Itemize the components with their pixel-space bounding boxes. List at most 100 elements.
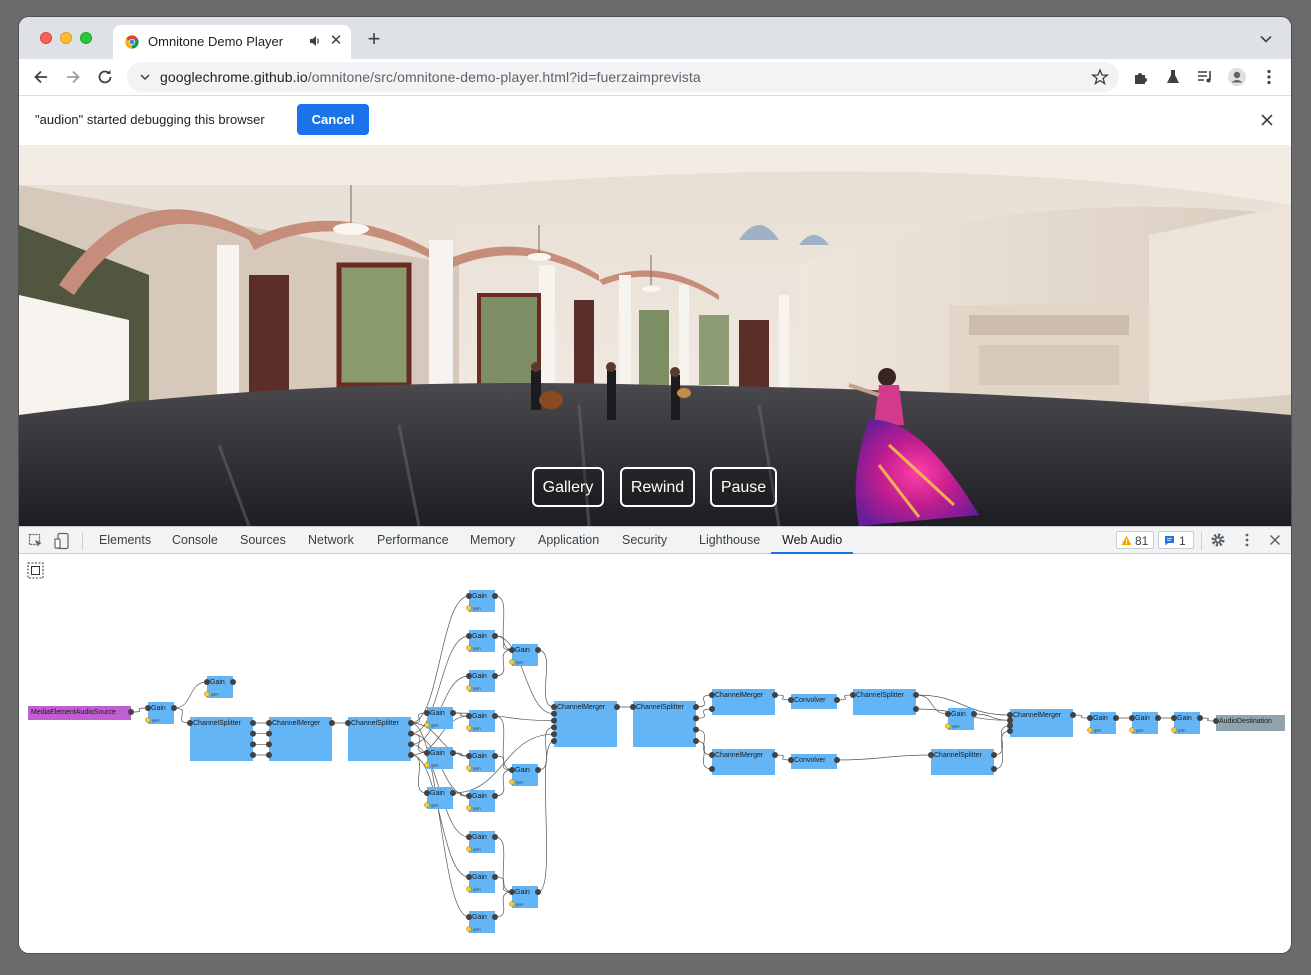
close-window-button[interactable] (40, 32, 52, 44)
input-port[interactable] (551, 704, 557, 710)
settings-gear-icon[interactable] (1210, 532, 1226, 548)
input-port[interactable] (466, 793, 472, 799)
audio-node-gh3[interactable]: Gain gain (466, 710, 498, 732)
input-port[interactable] (466, 834, 472, 840)
output-port[interactable] (772, 752, 778, 758)
param-port[interactable] (466, 685, 472, 691)
output-port[interactable] (408, 720, 414, 726)
output-port[interactable] (492, 834, 498, 840)
tab-memory[interactable]: Memory (470, 533, 515, 547)
audio-node-gm3[interactable]: Gain gain (509, 886, 541, 908)
input-port[interactable] (266, 730, 272, 737)
audio-node-g1[interactable]: Gain gain (204, 676, 236, 698)
input-port[interactable] (466, 593, 472, 599)
fit-graph-icon[interactable] (27, 562, 44, 579)
audio-node-spB[interactable]: ChannelSplitter (928, 749, 997, 775)
output-port[interactable] (250, 730, 256, 737)
input-port[interactable] (509, 767, 515, 773)
param-port[interactable] (424, 802, 430, 808)
infobar-close-icon[interactable] (1259, 112, 1275, 128)
audio-playing-icon[interactable] (308, 34, 322, 48)
output-port[interactable] (693, 704, 699, 710)
output-port[interactable] (913, 706, 919, 712)
output-port[interactable] (1197, 715, 1203, 721)
output-port[interactable] (772, 692, 778, 698)
audio-node-mg3[interactable]: ChannelMerger (1007, 709, 1076, 737)
audio-node-gR[interactable]: Gain gain (945, 708, 977, 730)
cancel-debugging-button[interactable]: Cancel (297, 104, 369, 135)
input-port[interactable] (709, 706, 715, 712)
output-port[interactable] (913, 692, 919, 698)
devtools-menu-icon[interactable] (1239, 532, 1255, 548)
audio-node-mgA[interactable]: ChannelMerger (709, 689, 778, 715)
audio-node-spA[interactable]: ChannelSplitter (850, 689, 919, 715)
output-port[interactable] (450, 790, 456, 796)
output-port[interactable] (250, 720, 256, 726)
output-port[interactable] (408, 741, 414, 748)
output-port[interactable] (492, 593, 498, 599)
tab-network[interactable]: Network (308, 533, 354, 547)
audio-node-dst[interactable]: AudioDestination (1213, 715, 1285, 731)
audio-node-gd2[interactable]: Gain gain (1129, 712, 1161, 734)
output-port[interactable] (693, 715, 699, 722)
input-port[interactable] (466, 673, 472, 679)
audio-node-ga[interactable]: Gain gain (424, 707, 456, 729)
param-port[interactable] (466, 886, 472, 892)
output-port[interactable] (250, 752, 256, 758)
input-port[interactable] (945, 711, 951, 717)
input-port[interactable] (788, 697, 794, 703)
param-port[interactable] (1171, 727, 1177, 733)
browser-tab[interactable]: Omnitone Demo Player ✕ (113, 25, 351, 59)
output-port[interactable] (834, 757, 840, 763)
devtools-close-icon[interactable] (1268, 533, 1282, 547)
tab-console[interactable]: Console (172, 533, 218, 547)
tab-application[interactable]: Application (538, 533, 599, 547)
tab-close-icon[interactable]: ✕ (328, 33, 344, 49)
output-port[interactable] (250, 741, 256, 748)
audio-node-cvA[interactable]: Convolver (788, 694, 840, 709)
param-port[interactable] (466, 645, 472, 651)
input-port[interactable] (551, 724, 557, 731)
pause-button[interactable]: Pause (710, 467, 777, 507)
output-port[interactable] (450, 710, 456, 716)
input-port[interactable] (630, 704, 636, 710)
param-port[interactable] (466, 805, 472, 811)
output-port[interactable] (408, 730, 414, 737)
new-tab-button[interactable]: + (364, 28, 384, 50)
param-port[interactable] (466, 605, 472, 611)
address-bar[interactable]: googlechrome.github.io/omnitone/src/omni… (127, 62, 1119, 92)
audio-node-gm1[interactable]: Gain gain (509, 644, 541, 666)
output-port[interactable] (535, 767, 541, 773)
input-port[interactable] (1087, 715, 1093, 721)
output-port[interactable] (614, 704, 620, 710)
input-port[interactable] (466, 713, 472, 719)
video-viewport[interactable]: Gallery Rewind Pause (19, 145, 1291, 526)
input-port[interactable] (266, 741, 272, 748)
input-port[interactable] (424, 750, 430, 756)
minimize-window-button[interactable] (60, 32, 72, 44)
input-port[interactable] (466, 633, 472, 639)
output-port[interactable] (492, 874, 498, 880)
output-port[interactable] (128, 709, 134, 715)
output-port[interactable] (450, 750, 456, 756)
param-port[interactable] (466, 725, 472, 731)
audio-node-gh2[interactable]: Gain gain (466, 670, 498, 692)
tab-search-chevron-icon[interactable] (1259, 32, 1273, 46)
param-port[interactable] (424, 722, 430, 728)
input-port[interactable] (1007, 722, 1013, 729)
input-port[interactable] (424, 790, 430, 796)
audio-node-sp3[interactable]: ChannelSplitter (630, 701, 699, 747)
output-port[interactable] (971, 711, 977, 717)
back-arrow-icon[interactable] (31, 67, 51, 87)
param-port[interactable] (509, 779, 515, 785)
output-port[interactable] (991, 752, 997, 758)
input-port[interactable] (1007, 728, 1013, 734)
param-port[interactable] (509, 659, 515, 665)
audio-node-gb[interactable]: Gain gain (424, 747, 456, 769)
param-port[interactable] (145, 717, 151, 723)
device-toolbar-icon[interactable] (54, 532, 70, 550)
output-port[interactable] (492, 673, 498, 679)
audio-node-gh7[interactable]: Gain gain (466, 871, 498, 893)
input-port[interactable] (204, 679, 210, 685)
output-port[interactable] (1070, 712, 1076, 718)
